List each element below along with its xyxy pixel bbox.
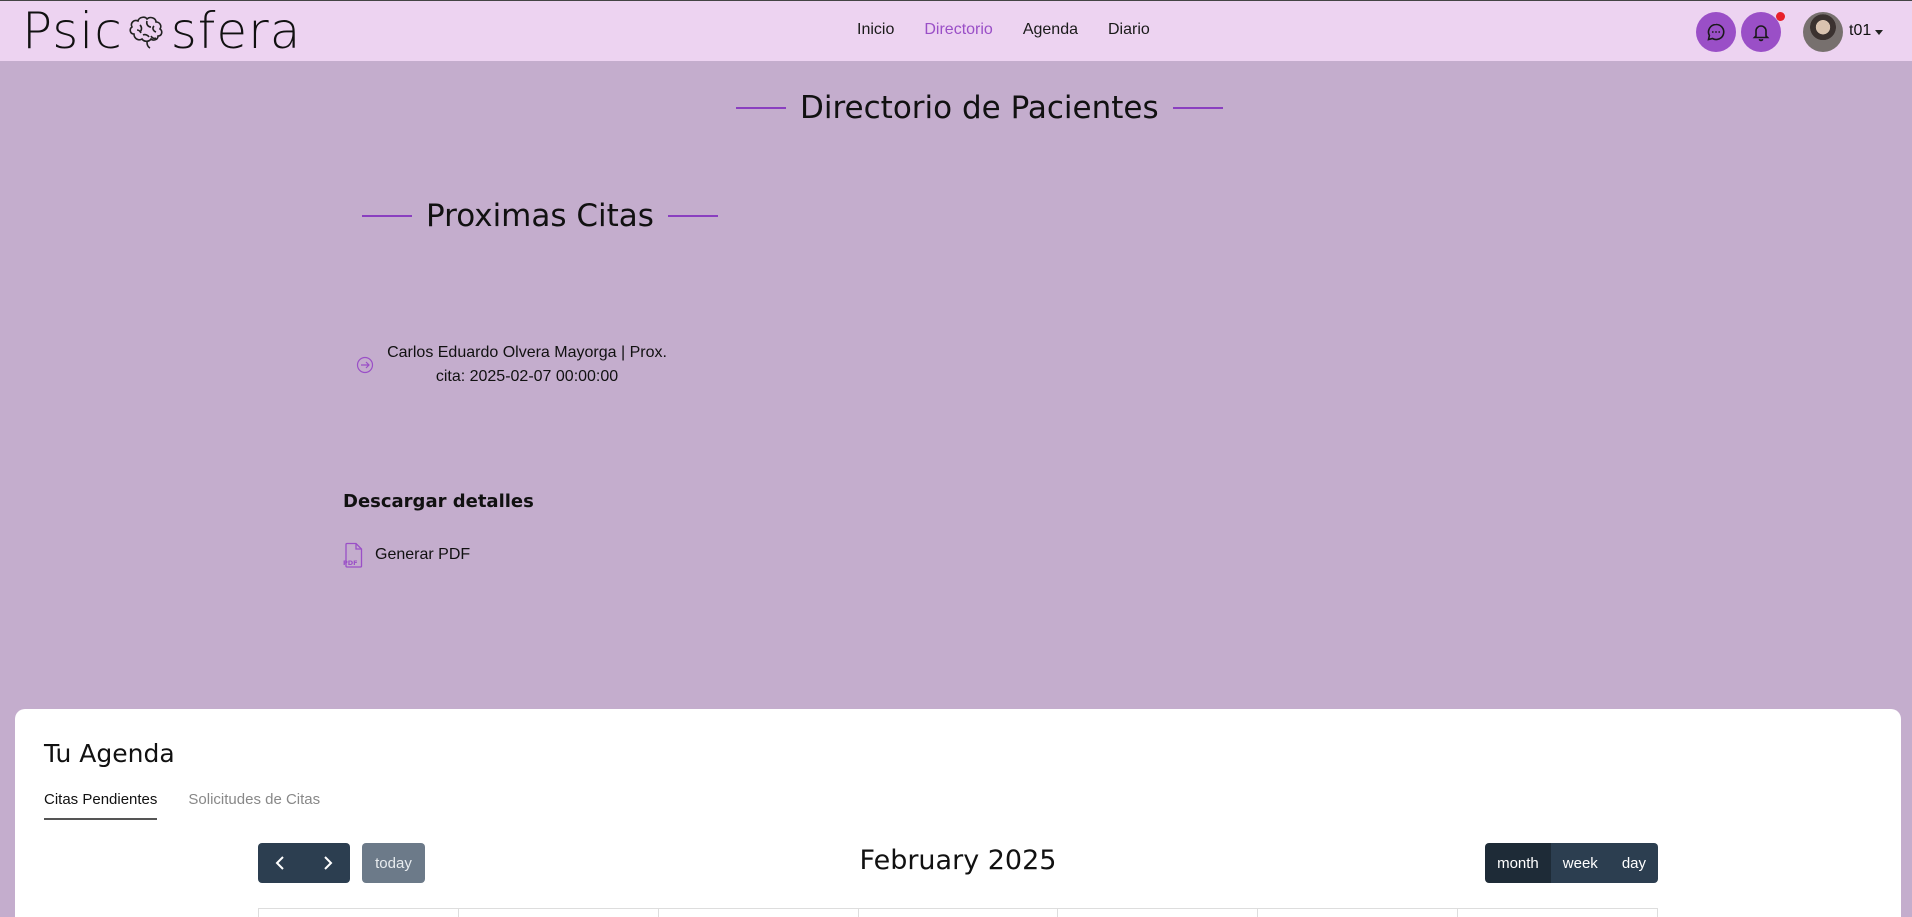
- nav-inicio[interactable]: Inicio: [857, 21, 894, 39]
- pdf-badge-text: PDF: [343, 559, 358, 567]
- page-title-block: Directorio de Pacientes: [736, 90, 1223, 126]
- calendar-view-group: month week day: [1485, 843, 1658, 883]
- heading-line-right: [1172, 107, 1223, 109]
- upcoming-title: Proximas Citas: [426, 198, 654, 234]
- user-avatar[interactable]: [1803, 12, 1843, 52]
- today-button[interactable]: today: [362, 843, 425, 883]
- view-month-button[interactable]: month: [1485, 843, 1551, 883]
- notifications-button[interactable]: [1741, 12, 1781, 52]
- calendar-toolbar: February 2025 today month week day: [258, 843, 1658, 883]
- download-title: Descargar detalles: [343, 491, 534, 512]
- chat-button[interactable]: [1696, 12, 1736, 52]
- main-nav: Inicio Directorio Agenda Diario: [857, 21, 1150, 39]
- pdf-file-icon: PDF: [343, 542, 363, 568]
- bell-icon: [1752, 25, 1770, 42]
- view-day-button[interactable]: day: [1609, 843, 1658, 883]
- heading-line-left: [362, 215, 412, 217]
- calendar-column: [1457, 909, 1659, 917]
- calendar-nav-group: [258, 843, 350, 883]
- caret-down-icon: [1875, 29, 1884, 35]
- generate-pdf-label: Generar PDF: [375, 546, 471, 563]
- next-month-button[interactable]: [304, 843, 350, 883]
- nav-directorio[interactable]: Directorio: [924, 21, 992, 39]
- calendar-column: [1057, 909, 1257, 917]
- brain-icon: [125, 9, 169, 53]
- chevron-right-icon: [324, 856, 333, 870]
- generate-pdf-link[interactable]: PDF Generar PDF: [342, 542, 470, 568]
- appointment-line2: cita: 2025-02-07 00:00:00: [435, 368, 619, 385]
- calendar-column: [857, 909, 1058, 917]
- calendar-column: [1257, 909, 1457, 917]
- arrow-circle-right-icon: [356, 356, 374, 374]
- brand-name-right: sfera: [170, 2, 302, 60]
- agenda-tabs: Citas Pendientes Solicitudes de Citas: [44, 791, 320, 820]
- heading-line-left: [736, 107, 786, 109]
- calendar-column: [258, 909, 458, 917]
- view-week-button[interactable]: week: [1550, 843, 1610, 883]
- brand-name-left: Psic: [22, 2, 123, 60]
- calendar-grid-header: [258, 908, 1659, 917]
- chat-icon: [1707, 23, 1725, 41]
- calendar-column: [457, 909, 658, 917]
- upcoming-title-block: Proximas Citas: [362, 198, 718, 234]
- user-name: t01: [1849, 22, 1872, 39]
- user-menu[interactable]: t01: [1849, 22, 1884, 40]
- nav-agenda[interactable]: Agenda: [1023, 21, 1078, 39]
- agenda-title: Tu Agenda: [44, 739, 175, 768]
- appointment-text: Carlos Eduardo Olvera Mayorga | Prox. ci…: [384, 341, 670, 389]
- tab-citas-pendientes[interactable]: Citas Pendientes: [44, 791, 158, 820]
- calendar-title: February 2025: [859, 845, 1057, 876]
- appointment-line1: Carlos Eduardo Olvera Mayorga | Prox.: [387, 344, 667, 361]
- tab-solicitudes-de-citas[interactable]: Solicitudes de Citas: [188, 791, 320, 820]
- nav-diario[interactable]: Diario: [1108, 21, 1150, 39]
- brand-logo[interactable]: Psic sfera: [22, 5, 301, 57]
- top-navbar: Psic sfera Inicio Directorio Agenda Diar…: [0, 0, 1912, 61]
- agenda-card: Tu Agenda Citas Pendientes Solicitudes d…: [15, 709, 1901, 917]
- calendar-column: [657, 909, 858, 917]
- prev-month-button[interactable]: [258, 843, 304, 883]
- chevron-left-icon: [275, 856, 284, 870]
- notification-dot: [1776, 12, 1785, 21]
- appointment-item[interactable]: Carlos Eduardo Olvera Mayorga | Prox. ci…: [356, 341, 670, 389]
- heading-line-right: [667, 215, 718, 217]
- page-title: Directorio de Pacientes: [800, 90, 1159, 126]
